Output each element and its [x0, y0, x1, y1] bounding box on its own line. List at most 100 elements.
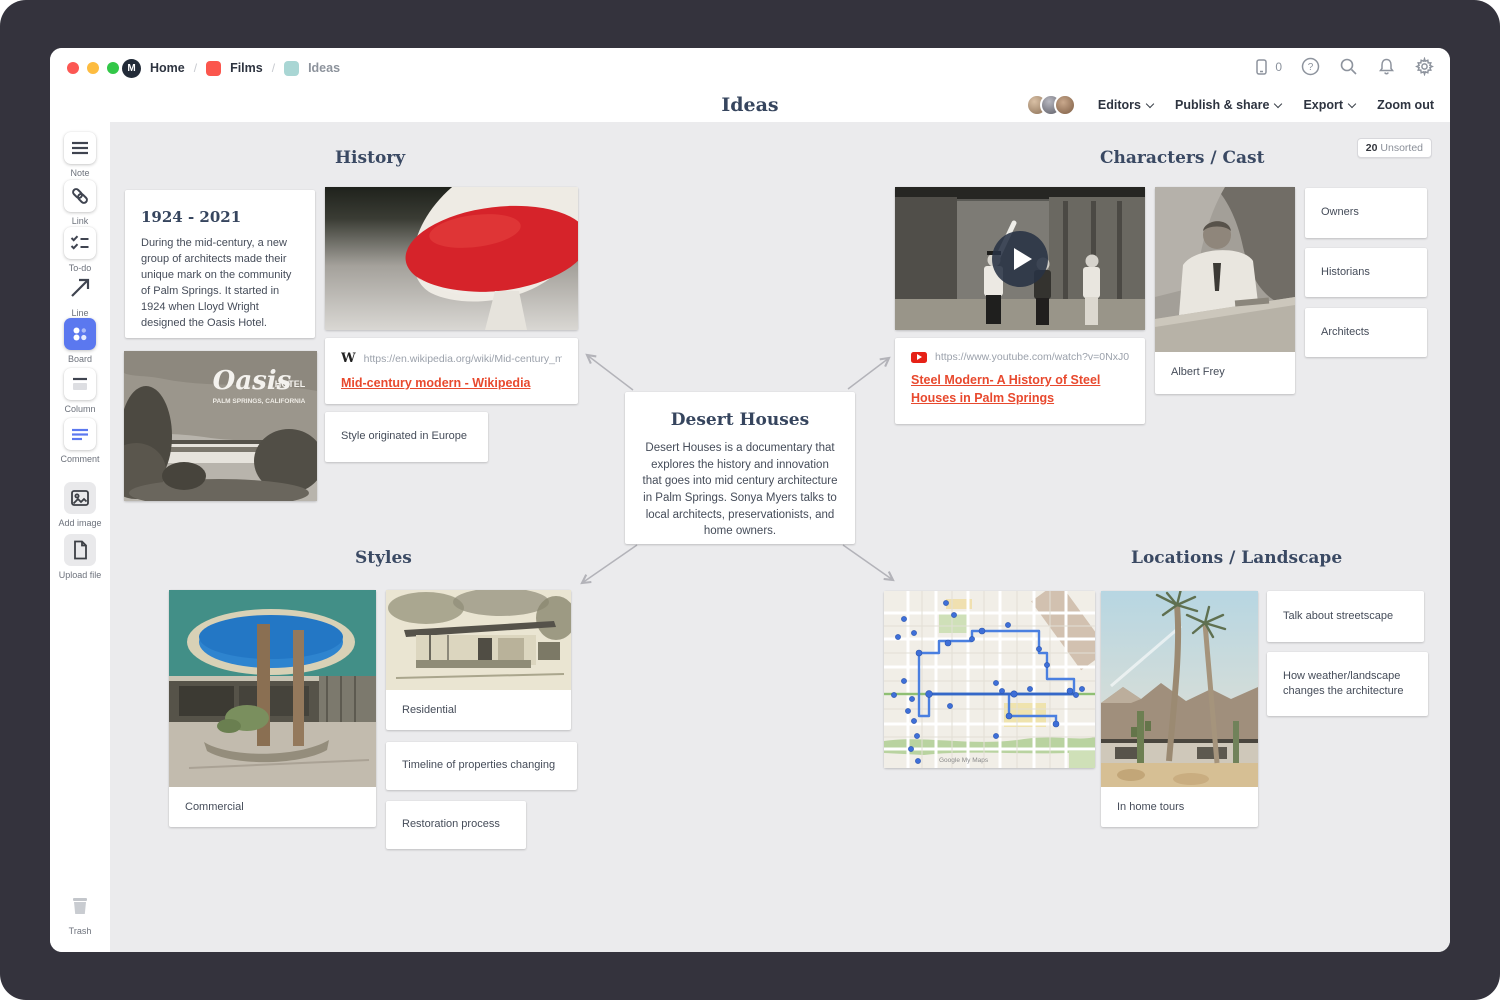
- tool-trash[interactable]: Trash: [50, 890, 110, 936]
- image-card-in-home-tours[interactable]: In home tours: [1101, 591, 1258, 827]
- note-card-1924[interactable]: 1924 - 2021 During the mid-century, a ne…: [125, 190, 315, 338]
- board-icon: [68, 322, 92, 346]
- section-heading-history: History: [335, 148, 405, 168]
- commercial-image: [169, 590, 376, 787]
- section-heading-characters: Characters / Cast: [1100, 148, 1264, 168]
- breadcrumb-ideas[interactable]: Ideas: [308, 61, 340, 75]
- note-icon: [68, 136, 92, 160]
- board-canvas[interactable]: History Characters / Cast Styles Locatio…: [110, 122, 1450, 952]
- editors-menu[interactable]: Editors: [1098, 98, 1153, 112]
- editor-avatars[interactable]: [1026, 94, 1076, 116]
- svg-text:?: ?: [1308, 62, 1314, 73]
- tool-note[interactable]: Note: [50, 132, 110, 178]
- image-card-map[interactable]: Google My Maps: [884, 591, 1095, 768]
- tool-board[interactable]: Board: [50, 318, 110, 364]
- device-preview-button[interactable]: 0: [1252, 58, 1282, 76]
- youtube-icon: [911, 352, 927, 363]
- play-button-icon[interactable]: [992, 231, 1048, 287]
- tool-column[interactable]: Column: [50, 368, 110, 414]
- note-card-architects[interactable]: Architects: [1305, 308, 1427, 357]
- note-card-restoration[interactable]: Restoration process: [386, 801, 526, 849]
- note-card-timeline[interactable]: Timeline of properties changing: [386, 742, 577, 790]
- tool-link[interactable]: Link: [50, 180, 110, 226]
- todo-icon: [68, 231, 92, 255]
- albert-frey-image: [1155, 187, 1295, 352]
- milanote-logo[interactable]: M: [122, 59, 141, 78]
- breadcrumb-separator: /: [194, 61, 197, 75]
- help-icon[interactable]: ?: [1301, 57, 1320, 76]
- note-card-streetscape[interactable]: Talk about streetscape: [1267, 591, 1424, 642]
- link-url: https://www.youtube.com/watch?v=0NxJ0qYr: [935, 351, 1129, 363]
- search-icon[interactable]: [1339, 57, 1358, 76]
- comment-icon: [68, 422, 92, 446]
- note-title: 1924 - 2021: [141, 208, 299, 226]
- tool-line[interactable]: Line: [50, 272, 110, 318]
- image-card-oasis-hotel[interactable]: Oasis HOTEL PALM SPRINGS, CALIFORNIA: [124, 351, 317, 501]
- tulip-chair-image: [325, 187, 578, 330]
- image-caption: Residential: [386, 690, 571, 730]
- line-arrow-icon: [67, 275, 93, 301]
- tool-upload-file[interactable]: Upload file: [50, 534, 110, 580]
- image-card-albert-frey[interactable]: Albert Frey: [1155, 187, 1295, 394]
- app-window: M Home / Films / Ideas 0 ? Ide: [50, 48, 1450, 952]
- image-caption: Albert Frey: [1155, 352, 1295, 392]
- note-card-weather[interactable]: How weather/landscape changes the archit…: [1267, 652, 1428, 716]
- trash-icon: [66, 892, 94, 920]
- link-card-youtube[interactable]: https://www.youtube.com/watch?v=0NxJ0qYr…: [895, 338, 1145, 424]
- unsorted-badge[interactable]: 20 Unsorted: [1357, 138, 1432, 158]
- image-card-tulip-chair[interactable]: [325, 187, 578, 330]
- note-card-historians[interactable]: Historians: [1305, 248, 1427, 297]
- breadcrumb: M Home / Films / Ideas: [122, 57, 340, 79]
- svg-text:PALM SPRINGS, CALIFORNIA: PALM SPRINGS, CALIFORNIA: [213, 398, 306, 405]
- gear-icon[interactable]: [1415, 57, 1434, 76]
- image-card-residential[interactable]: Residential: [386, 590, 571, 730]
- image-caption: Commercial: [169, 787, 376, 827]
- breadcrumb-home[interactable]: Home: [150, 61, 185, 75]
- video-card-steel-modern[interactable]: [895, 187, 1145, 330]
- link-title[interactable]: Steel Modern- A History of Steel Houses …: [911, 371, 1129, 407]
- note-title: Desert Houses: [641, 410, 839, 430]
- avatar: [1054, 94, 1076, 116]
- palm-trees-image: [1101, 591, 1258, 787]
- note-card-owners[interactable]: Owners: [1305, 188, 1427, 238]
- image-card-commercial[interactable]: Commercial: [169, 590, 376, 827]
- upload-file-icon: [68, 538, 92, 562]
- note-body: Desert Houses is a documentary that expl…: [641, 440, 839, 540]
- map-image: Google My Maps: [884, 591, 1095, 768]
- add-image-icon: [68, 486, 92, 510]
- residential-image: [386, 590, 571, 690]
- ideas-board-icon: [284, 61, 299, 76]
- link-icon: [68, 184, 92, 208]
- note-card-desert-houses[interactable]: Desert Houses Desert Houses is a documen…: [625, 392, 855, 544]
- breadcrumb-films[interactable]: Films: [230, 61, 263, 75]
- breadcrumb-separator: /: [272, 61, 275, 75]
- column-icon: [68, 372, 92, 396]
- svg-text:Google My Maps: Google My Maps: [939, 757, 989, 764]
- zoom-out-button[interactable]: Zoom out: [1377, 98, 1434, 112]
- link-card-wikipedia[interactable]: W https://en.wikipedia.org/wiki/Mid-cent…: [325, 338, 578, 404]
- section-heading-locations: Locations / Landscape: [1131, 548, 1342, 568]
- device-icon: [1252, 58, 1270, 76]
- tool-comment[interactable]: Comment: [50, 418, 110, 464]
- note-body: During the mid-century, a new group of a…: [141, 236, 299, 332]
- publish-share-menu[interactable]: Publish & share: [1175, 98, 1281, 112]
- link-url: https://en.wikipedia.org/wiki/Mid-centur…: [364, 353, 562, 365]
- chevron-down-icon: [1274, 99, 1282, 107]
- wikipedia-icon: W: [341, 351, 356, 366]
- device-count: 0: [1275, 60, 1282, 74]
- tool-todo[interactable]: To-do: [50, 227, 110, 273]
- chevron-down-icon: [1348, 99, 1356, 107]
- window-header: M Home / Films / Ideas 0 ? Ide: [50, 48, 1450, 122]
- tool-sidebar: Note Link To-do Line Board Column: [50, 122, 110, 952]
- maximize-window-button[interactable]: [107, 62, 119, 74]
- note-card-style-origin[interactable]: Style originated in Europe: [325, 412, 488, 462]
- svg-text:HOTEL: HOTEL: [275, 379, 306, 389]
- minimize-window-button[interactable]: [87, 62, 99, 74]
- tool-add-image[interactable]: Add image: [50, 482, 110, 528]
- close-window-button[interactable]: [67, 62, 79, 74]
- export-menu[interactable]: Export: [1303, 98, 1355, 112]
- link-title[interactable]: Mid-century modern - Wikipedia: [341, 374, 562, 392]
- section-heading-styles: Styles: [355, 548, 412, 568]
- traffic-lights: [67, 62, 119, 74]
- bell-icon[interactable]: [1377, 57, 1396, 76]
